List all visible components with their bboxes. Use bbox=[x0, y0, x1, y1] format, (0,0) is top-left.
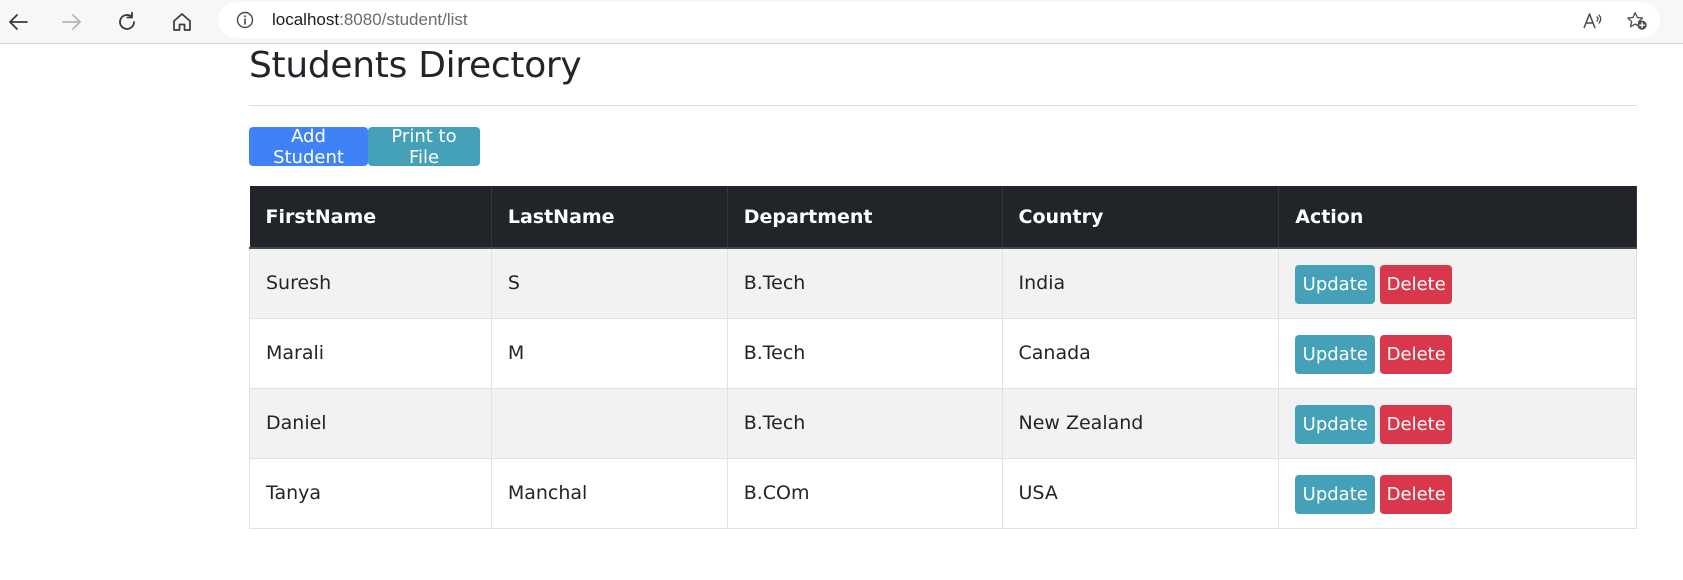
cell-lastname: S bbox=[490, 247, 728, 319]
delete-button[interactable]: Delete bbox=[1380, 334, 1453, 374]
table-header-row: FirstName LastName Department Country Ac… bbox=[249, 186, 1637, 249]
cell-action: Update Delete bbox=[1278, 457, 1637, 529]
divider bbox=[249, 105, 1637, 106]
cell-firstname: Daniel bbox=[249, 387, 492, 459]
star-add-icon bbox=[1627, 12, 1647, 30]
cell-action: Update Delete bbox=[1278, 387, 1637, 459]
url-host: localhost bbox=[272, 10, 340, 29]
update-button[interactable]: Update bbox=[1295, 264, 1376, 304]
url-path: :8080/student/list bbox=[339, 10, 468, 29]
cell-country: USA bbox=[1001, 457, 1280, 529]
update-button[interactable]: Update bbox=[1295, 474, 1376, 514]
url-text[interactable]: localhost:8080/student/list bbox=[272, 10, 468, 30]
header-country: Country bbox=[1002, 186, 1280, 249]
table-row: Suresh S B.Tech India Update Delete bbox=[249, 247, 1637, 319]
students-table: FirstName LastName Department Country Ac… bbox=[249, 186, 1637, 529]
header-department: Department bbox=[727, 186, 1003, 249]
print-to-file-button[interactable]: Print to File bbox=[368, 126, 480, 168]
info-icon[interactable] bbox=[236, 11, 254, 29]
back-arrow-icon bbox=[9, 14, 28, 30]
table-row: Tanya Manchal B.COm USA Update Delete bbox=[249, 457, 1637, 529]
table-row: Marali M B.Tech Canada Update Delete bbox=[249, 317, 1637, 389]
address-bar[interactable]: localhost:8080/student/list bbox=[218, 2, 1660, 38]
read-aloud-icon bbox=[1583, 13, 1602, 29]
header-lastname: LastName bbox=[491, 186, 728, 249]
add-favorite-button[interactable] bbox=[1626, 10, 1648, 32]
browser-toolbar: localhost:8080/student/list bbox=[0, 0, 1683, 44]
update-button[interactable]: Update bbox=[1295, 404, 1376, 444]
forward-arrow-icon bbox=[62, 14, 81, 30]
delete-button[interactable]: Delete bbox=[1380, 264, 1453, 304]
cell-lastname bbox=[490, 387, 728, 459]
cell-firstname: Tanya bbox=[249, 457, 492, 529]
cell-action: Update Delete bbox=[1278, 247, 1637, 319]
cell-country: Canada bbox=[1001, 317, 1280, 389]
page-title: Students Directory bbox=[249, 45, 582, 86]
home-button[interactable] bbox=[164, 4, 200, 40]
delete-button[interactable]: Delete bbox=[1380, 404, 1453, 444]
cell-firstname: Marali bbox=[249, 317, 492, 389]
cell-department: B.Tech bbox=[726, 247, 1003, 319]
cell-lastname: M bbox=[490, 317, 728, 389]
update-button[interactable]: Update bbox=[1295, 334, 1376, 374]
refresh-button[interactable] bbox=[109, 4, 145, 40]
forward-button[interactable] bbox=[54, 4, 90, 40]
back-button[interactable] bbox=[0, 4, 36, 40]
header-action: Action bbox=[1278, 186, 1637, 249]
add-student-button[interactable]: Add Student bbox=[249, 126, 368, 168]
cell-department: B.Tech bbox=[726, 387, 1003, 459]
cell-department: B.Tech bbox=[726, 317, 1003, 389]
delete-button[interactable]: Delete bbox=[1380, 474, 1453, 514]
header-firstname: FirstName bbox=[249, 186, 492, 249]
table-row: Daniel B.Tech New Zealand Update Delete bbox=[249, 387, 1637, 459]
home-icon bbox=[173, 13, 191, 31]
cell-action: Update Delete bbox=[1278, 317, 1637, 389]
read-aloud-button[interactable] bbox=[1582, 10, 1604, 32]
cell-lastname: Manchal bbox=[490, 457, 728, 529]
refresh-icon bbox=[119, 11, 135, 30]
cell-department: B.COm bbox=[726, 457, 1003, 529]
cell-country: India bbox=[1001, 247, 1280, 319]
cell-country: New Zealand bbox=[1001, 387, 1280, 459]
action-toolbar: Add Student Print to File bbox=[249, 126, 480, 168]
cell-firstname: Suresh bbox=[249, 247, 492, 319]
